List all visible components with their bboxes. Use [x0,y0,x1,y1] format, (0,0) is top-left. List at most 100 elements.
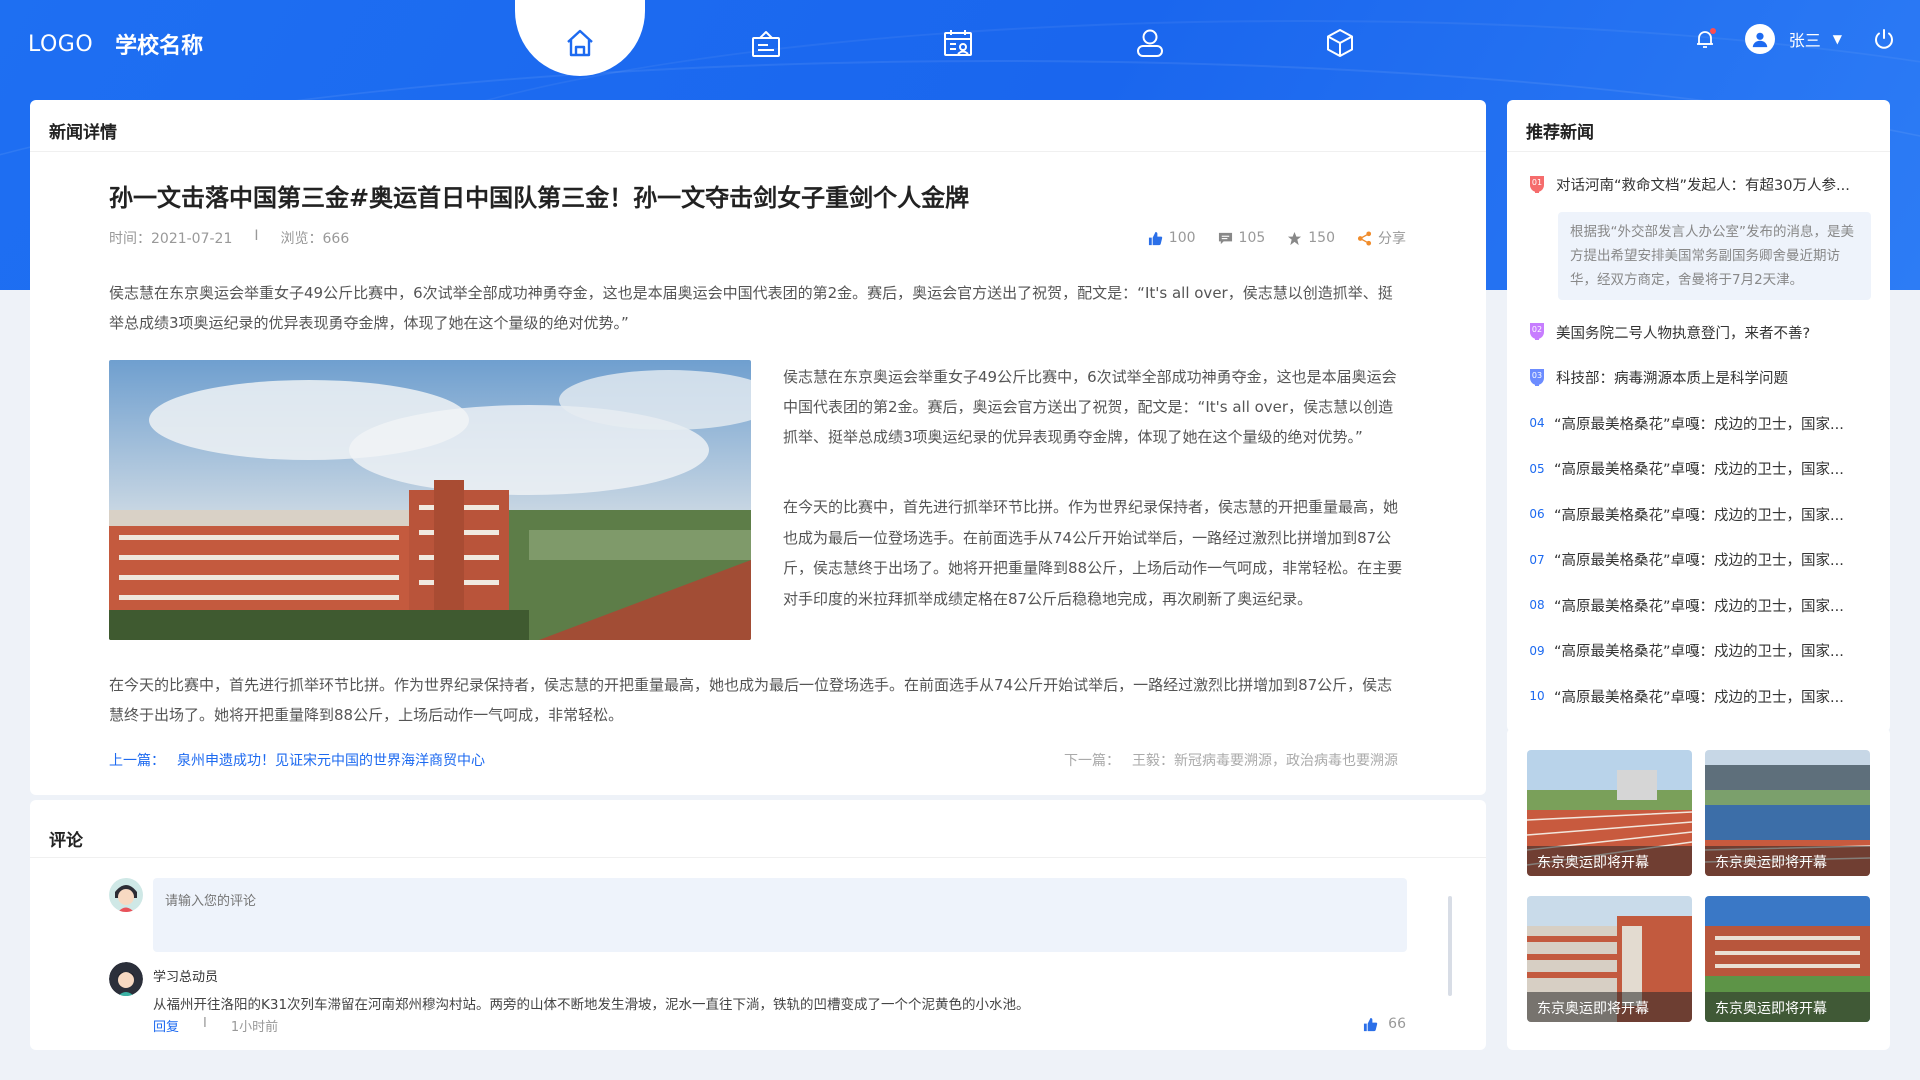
svg-text:01: 01 [1532,178,1542,187]
gallery-item[interactable]: 东京奥运即将开幕 [1527,750,1692,876]
comment-count: 105 [1238,230,1266,246]
news-title: “高原最美格桑花”卓嘎：戍边的卫士，国家... [1554,644,1844,661]
star-icon [1288,231,1302,245]
comments-panel: 评论 学习总动员 从福州开往洛阳的K31次列车滞留在河南郑州穆沟村站。两旁的山体… [30,800,1486,1050]
share-icon [1357,230,1372,246]
news-title: “高原最美格桑花”卓嘎：戍边的卫士，国家... [1554,553,1844,570]
main-nav [515,0,1353,86]
article-image [109,360,751,640]
article-meta: 时间：2021-07-21 I 浏览：666 [109,228,349,248]
panel-title: 新闻详情 [30,100,1486,152]
gallery-item[interactable]: 东京奥运即将开幕 [1527,896,1692,1022]
article-paragraph-2: 侯志慧在东京奥运会举重女子49公斤比赛中，6次试举全部成功神勇夺金，这也是本届奥… [783,368,1397,446]
news-summary: 根据我“外交部发言人办公室”发布的消息，是美方提出希望安排美国常务副国务卿舍曼近… [1558,211,1871,300]
article-title: 孙一文击落中国第三金#奥运首日中国队第三金！孙一文夺击剑女子重剑个人金牌 [109,184,970,212]
comment-like-button[interactable]: 66 [1363,1016,1406,1032]
comment-actions: 回复 I 1小时前 [153,1016,278,1035]
article-stats: 100 105 150 分享 [1148,228,1406,248]
recommend-title: 推荐新闻 [1507,100,1890,152]
brand: LOGO 学校名称 [28,28,203,60]
list-item[interactable]: 06 “高原最美格桑花”卓嘎：戍边的卫士，国家... [1526,492,1871,538]
news-title: 美国务院二号人物执意登门，来者不善? [1556,325,1811,342]
list-item[interactable]: 08 “高原最美格桑花”卓嘎：戍边的卫士，国家... [1526,583,1871,629]
gallery-caption: 东京奥运即将开幕 [1705,992,1870,1022]
comment-text: 从福州开往洛阳的K31次列车滞留在河南郑州穆沟村站。两旁的山体不断地发生滑坡，泥… [153,997,1030,1013]
thumbs-up-icon [1364,1017,1378,1031]
rank-badge-icon: 02 [1526,322,1548,342]
thumbs-up-icon [1148,231,1162,245]
certificate-icon [752,31,780,57]
chevron-down-icon[interactable]: ▼ [1833,32,1842,46]
notification-button[interactable] [1693,27,1717,51]
list-item[interactable]: 01 对话河南“救命文档”发起人：有超30万人参... [1526,162,1871,208]
comments-title: 评论 [30,800,1486,858]
gallery-item[interactable]: 东京奥运即将开幕 [1705,896,1870,1022]
person-icon [1752,32,1767,48]
article-paragraph-3: 在今天的比赛中，首先进行抓举环节比拼。作为世界纪录保持者，侯志慧的开把重量最高，… [783,498,1403,608]
rank-badge-icon: 03 [1526,368,1548,388]
meta-separator: I [254,228,259,244]
rank-number: 09 [1529,643,1545,658]
nav-home[interactable] [515,0,645,86]
top-navigation-bar: LOGO 学校名称 张三 ▼ [0,0,1920,86]
calendar-icon [944,30,972,56]
nav-schedule[interactable] [893,0,1023,86]
power-icon[interactable] [1872,27,1896,51]
comment-username: 学习总动员 [153,970,219,985]
gallery-caption: 东京奥运即将开幕 [1705,846,1870,876]
article-paragraph-1: 侯志慧在东京奥运会举重女子49公斤比赛中，6次试举全部成功神勇夺金，这也是本届奥… [109,284,1393,332]
reply-button[interactable]: 回复 [153,1016,179,1035]
news-title: “高原最美格桑花”卓嘎：戍边的卫士，国家... [1554,416,1844,433]
svg-text:02: 02 [1532,325,1542,334]
rank-number: 08 [1529,598,1545,613]
logo[interactable]: LOGO [28,32,93,57]
notification-dot [1709,28,1716,34]
user-avatar[interactable] [1744,24,1775,54]
rank-number: 06 [1529,507,1545,522]
recommend-list: 01 对话河南“救命文档”发起人：有超30万人参... 根据我“外交部发言人办公… [1526,162,1871,719]
news-title: 对话河南“救命文档”发起人：有超30万人参... [1556,178,1850,195]
nav-certificate[interactable] [701,0,831,86]
comments-scrollbar[interactable] [1448,896,1452,996]
list-item[interactable]: 07 “高原最美格桑花”卓嘎：戍边的卫士，国家... [1526,537,1871,583]
avatar [109,962,143,996]
list-item[interactable]: 04 “高原最美格桑花”卓嘎：戍边的卫士，国家... [1526,401,1871,447]
nav-resources[interactable] [1275,0,1405,86]
cube-icon [1327,29,1353,57]
previous-article-link[interactable]: 上一篇： 泉州申遗成功！见证宋元中国的世界海洋商贸中心 [109,750,485,770]
like-button[interactable]: 100 [1148,230,1196,246]
comment-button[interactable]: 105 [1218,230,1266,246]
prev-title: 泉州申遗成功！见证宋元中国的世界海洋商贸中心 [177,753,485,769]
home-icon [567,29,593,57]
list-item[interactable]: 02 美国务院二号人物执意登门，来者不善? [1526,310,1871,356]
svg-text:03: 03 [1532,371,1542,380]
rank-number: 04 [1529,416,1545,431]
news-title: “高原最美格桑花”卓嘎：戍边的卫士，国家... [1554,689,1844,706]
favorite-button[interactable]: 150 [1287,230,1335,246]
gallery-item[interactable]: 东京奥运即将开幕 [1705,750,1870,876]
news-detail-panel: 新闻详情 孙一文击落中国第三金#奥运首日中国队第三金！孙一文夺击剑女子重剑个人金… [30,100,1486,795]
gallery-caption: 东京奥运即将开幕 [1527,992,1692,1022]
news-title: 科技部：病毒溯源本质上是科学问题 [1556,371,1788,388]
avatar [109,878,143,912]
nav-profile[interactable] [1085,0,1215,86]
rank-badge-icon: 01 [1526,175,1548,195]
article-paragraph-4: 在今天的比赛中，首先进行抓举环节比拼。作为世界纪录保持者，侯志慧的开把重量最高，… [109,676,1393,724]
separator: I [203,1016,207,1031]
news-title: “高原最美格桑花”卓嘎：戍边的卫士，国家... [1554,462,1844,479]
list-item[interactable]: 03 科技部：病毒溯源本质上是科学问题 [1526,355,1871,401]
comment-time: 1小时前 [230,1020,279,1035]
gallery-caption: 东京奥运即将开幕 [1527,846,1692,876]
list-item[interactable]: 09 “高原最美格桑花”卓嘎：戍边的卫士，国家... [1526,628,1871,674]
next-label: 下一篇： [1064,753,1120,769]
school-name: 学校名称 [115,34,204,59]
user-name[interactable]: 张三 [1789,27,1821,51]
list-item[interactable]: 05 “高原最美格桑花”卓嘎：戍边的卫士，国家... [1526,446,1871,492]
share-button[interactable]: 分享 [1357,228,1406,248]
comment-input[interactable] [153,878,1407,952]
list-item[interactable]: 10 “高原最美格桑花”卓嘎：戍边的卫士，国家... [1526,674,1871,720]
comment-icon [1218,232,1232,244]
like-count: 100 [1168,230,1196,246]
next-title: 王毅：新冠病毒要溯源，政治病毒也要溯源 [1132,753,1398,769]
next-article-link[interactable]: 下一篇： 王毅：新冠病毒要溯源，政治病毒也要溯源 [1064,750,1398,770]
